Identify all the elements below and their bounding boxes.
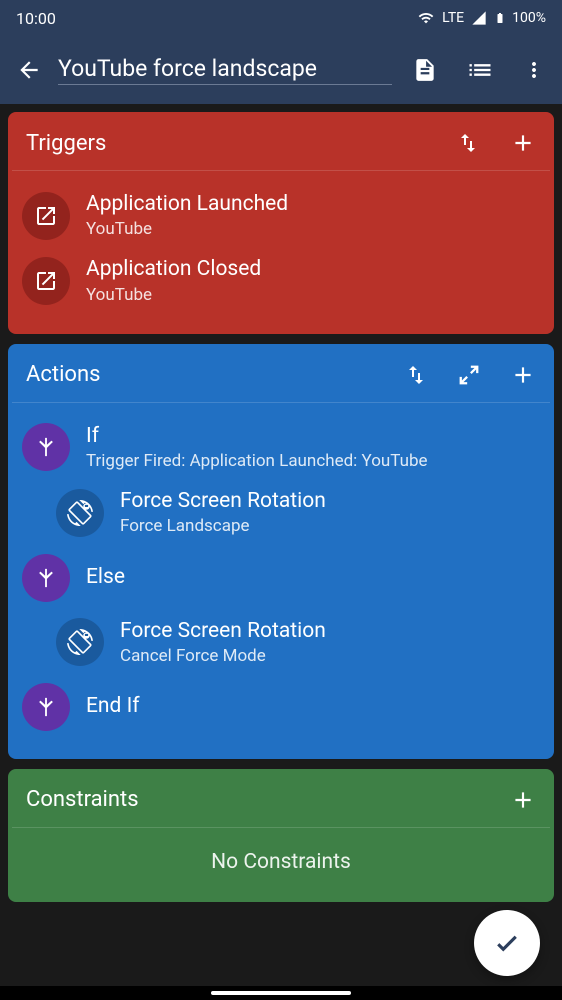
- arrow-back-icon: [16, 57, 42, 83]
- constraints-card: Constraints No Constraints: [8, 769, 554, 902]
- actions-add-button[interactable]: [510, 362, 536, 388]
- branch-icon: [22, 683, 70, 731]
- description-button[interactable]: [412, 57, 438, 83]
- back-button[interactable]: [16, 57, 42, 83]
- add-icon: [510, 130, 536, 156]
- item-title: End If: [86, 693, 540, 720]
- triggers-card: Triggers Application Launched YouTube: [8, 112, 554, 334]
- item-title: Else: [86, 564, 540, 591]
- actions-expand-button[interactable]: [458, 364, 480, 386]
- action-item-rotation[interactable]: Force Screen Rotation Force Landscape: [56, 480, 540, 545]
- item-subtitle: YouTube: [86, 284, 540, 306]
- item-subtitle: Trigger Fired: Application Launched: You…: [86, 450, 540, 472]
- status-icons: LTE 100%: [416, 9, 546, 27]
- more-vert-icon: [522, 58, 546, 82]
- action-item-endif[interactable]: End If: [22, 675, 540, 739]
- branch-icon: [22, 554, 70, 602]
- actions-reorder-button[interactable]: [404, 363, 428, 387]
- item-subtitle: Cancel Force Mode: [120, 645, 540, 667]
- nav-handle[interactable]: [211, 991, 351, 995]
- action-item-if[interactable]: If Trigger Fired: Application Launched: …: [22, 415, 540, 480]
- wifi-icon: [416, 10, 436, 26]
- list-icon: [466, 56, 494, 84]
- page-title[interactable]: YouTube force landscape: [58, 55, 392, 85]
- more-button[interactable]: [522, 58, 546, 82]
- launch-icon: [22, 192, 70, 240]
- actions-card: Actions If Trigger: [8, 344, 554, 759]
- item-title: Force Screen Rotation: [120, 488, 540, 515]
- swap-vert-icon: [404, 363, 428, 387]
- constraints-empty: No Constraints: [8, 828, 554, 902]
- app-bar: YouTube force landscape: [0, 36, 562, 104]
- action-item-rotation[interactable]: Force Screen Rotation Cancel Force Mode: [56, 610, 540, 675]
- swap-vert-icon: [456, 131, 480, 155]
- expand-icon: [458, 364, 480, 386]
- save-fab[interactable]: [474, 910, 540, 976]
- list-button[interactable]: [466, 56, 494, 84]
- battery-label: 100%: [512, 10, 546, 26]
- network-label: LTE: [442, 10, 464, 26]
- add-icon: [510, 787, 536, 813]
- item-title: If: [86, 423, 540, 450]
- document-icon: [412, 57, 438, 83]
- item-title: Application Closed: [86, 256, 540, 283]
- action-item-else[interactable]: Else: [22, 546, 540, 610]
- rotation-lock-icon: [56, 489, 104, 537]
- item-title: Application Launched: [86, 191, 540, 218]
- constraints-add-button[interactable]: [510, 787, 536, 813]
- triggers-add-button[interactable]: [510, 130, 536, 156]
- triggers-reorder-button[interactable]: [456, 131, 480, 155]
- rotation-lock-icon: [56, 618, 104, 666]
- check-icon: [492, 928, 522, 958]
- branch-icon: [22, 423, 70, 471]
- nav-bar: [0, 986, 562, 1000]
- item-title: Force Screen Rotation: [120, 618, 540, 645]
- constraints-title: Constraints: [26, 787, 510, 812]
- battery-icon: [494, 9, 506, 27]
- trigger-item[interactable]: Application Closed YouTube: [22, 248, 540, 313]
- actions-title: Actions: [26, 362, 404, 387]
- add-icon: [510, 362, 536, 388]
- trigger-item[interactable]: Application Launched YouTube: [22, 183, 540, 248]
- launch-icon: [22, 257, 70, 305]
- status-bar: 10:00 LTE 100%: [0, 0, 562, 36]
- item-subtitle: YouTube: [86, 218, 540, 240]
- status-time: 10:00: [16, 9, 56, 28]
- item-subtitle: Force Landscape: [120, 515, 540, 537]
- signal-icon: [470, 10, 488, 26]
- triggers-title: Triggers: [26, 131, 456, 156]
